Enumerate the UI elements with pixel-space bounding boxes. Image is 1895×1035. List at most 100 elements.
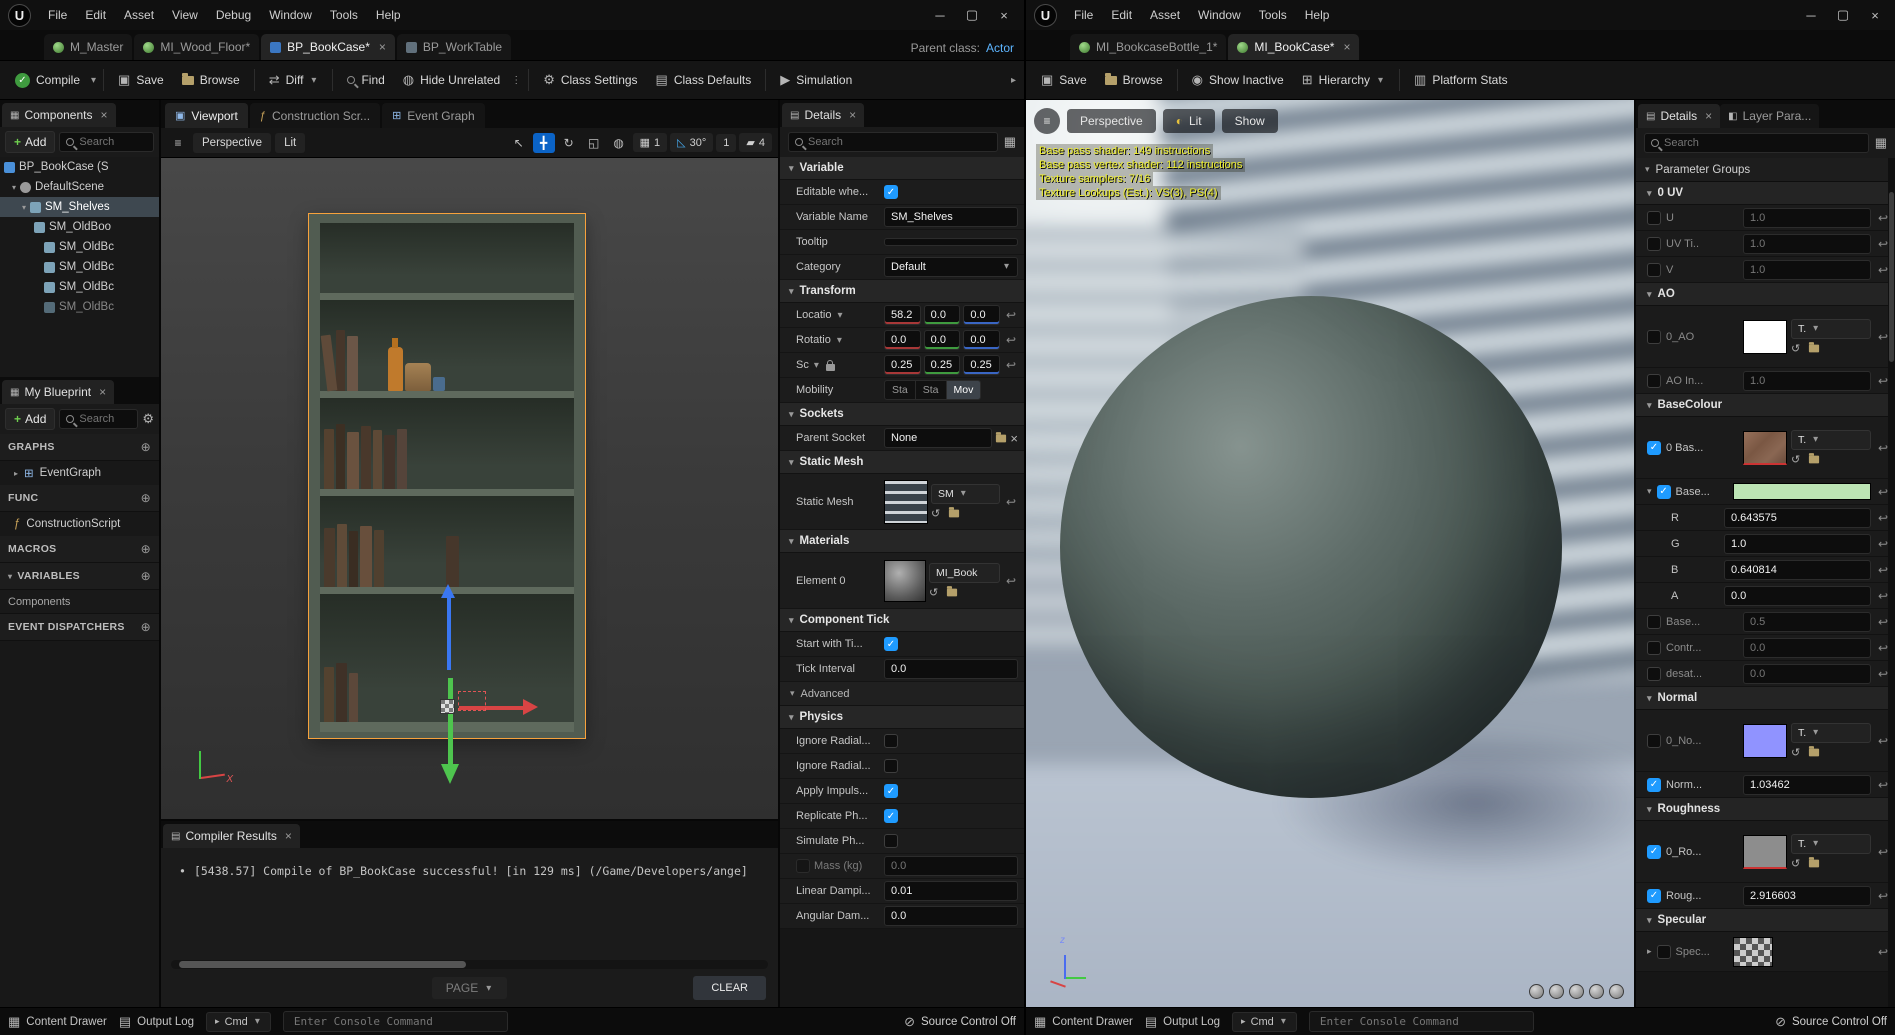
- roughness-texture-override-checkbox[interactable]: [1647, 844, 1661, 859]
- lit-button[interactable]: ◐ Lit: [1162, 109, 1215, 133]
- tab-bp-worktable[interactable]: BP_WorkTable: [396, 34, 512, 60]
- gizmo-y-axis[interactable]: [448, 678, 453, 766]
- minimize-button[interactable]: ─: [1795, 3, 1827, 27]
- basecolour-texture-swatch[interactable]: [1743, 430, 1787, 465]
- tab-bp-bookcase[interactable]: BP_BookCase* ×: [261, 34, 395, 60]
- parameters-search[interactable]: [1644, 133, 1869, 153]
- editable-checkbox[interactable]: [884, 185, 898, 199]
- hide-unrelated-button[interactable]: ◍ Hide Unrelated: [394, 65, 509, 95]
- chevron-right-icon[interactable]: ▸: [14, 469, 18, 478]
- material-dropdown[interactable]: MI_Book: [929, 562, 1000, 583]
- tab-event-graph[interactable]: ⊞ Event Graph: [382, 103, 485, 128]
- my-blueprint-panel-tab[interactable]: ▦ My Blueprint ×: [2, 380, 115, 404]
- replicate-physics-checkbox[interactable]: [884, 809, 898, 823]
- parent-socket-field[interactable]: None: [884, 428, 993, 448]
- scrollbar-thumb[interactable]: [179, 961, 466, 968]
- menu-asset[interactable]: Asset: [1141, 4, 1189, 26]
- section-physics[interactable]: ▾ Physics: [780, 706, 1024, 729]
- output-log-button[interactable]: ▤ Output Log: [1145, 1014, 1220, 1030]
- hierarchy-button[interactable]: ⊞ Hierarchy ▾: [1293, 65, 1394, 95]
- angular-damping-field[interactable]: 0.0: [884, 906, 1018, 926]
- use-selected-asset-icon[interactable]: ↺: [1791, 857, 1800, 870]
- reset-icon[interactable]: ↩: [1004, 574, 1018, 588]
- preview-shape-custom-button[interactable]: [1609, 984, 1624, 999]
- contrast-override-checkbox[interactable]: [1647, 640, 1661, 655]
- scale-y-field[interactable]: 0.25: [923, 355, 961, 375]
- add-graph-icon[interactable]: ⊕: [141, 440, 151, 454]
- base-scalar-override-checkbox[interactable]: [1647, 614, 1661, 629]
- apply-impulse-checkbox[interactable]: [884, 784, 898, 798]
- scale-z-field[interactable]: 0.25: [963, 355, 1001, 375]
- ao-texture-dropdown[interactable]: T. ▾: [1791, 318, 1871, 339]
- menu-window[interactable]: Window: [1189, 4, 1250, 26]
- menu-help[interactable]: Help: [367, 4, 410, 26]
- cmd-selector[interactable]: ▸ Cmd ▾: [1232, 1011, 1297, 1032]
- u-override-checkbox[interactable]: [1647, 210, 1661, 225]
- start-with-tick-checkbox[interactable]: [884, 637, 898, 651]
- ao-intensity-field[interactable]: 1.0: [1743, 370, 1871, 391]
- category-dropdown[interactable]: Default ▾: [884, 257, 1018, 277]
- browse-to-asset-icon[interactable]: [1809, 745, 1820, 756]
- simulate-physics-checkbox[interactable]: [884, 834, 898, 848]
- add-blueprint-item-button[interactable]: + Add: [5, 408, 56, 430]
- mass-override-checkbox[interactable]: [796, 859, 810, 873]
- viewport-options-icon[interactable]: ≡: [167, 133, 189, 153]
- tab-mi-bookcase[interactable]: MI_BookCase* ×: [1228, 34, 1360, 60]
- diff-button[interactable]: ⇄ Diff ▾: [260, 65, 328, 95]
- menu-help[interactable]: Help: [1296, 4, 1339, 26]
- ignore-radial-force-checkbox[interactable]: [884, 734, 898, 748]
- reset-icon[interactable]: ↩: [1004, 308, 1018, 322]
- section-variable[interactable]: ▾ Variable: [780, 157, 1024, 180]
- normal-intensity-override-checkbox[interactable]: [1647, 777, 1661, 792]
- menu-view[interactable]: View: [163, 4, 207, 26]
- section-functions[interactable]: FUNC ⊕: [0, 485, 159, 512]
- b-value-field[interactable]: 0.640814: [1724, 559, 1871, 580]
- scale-tool[interactable]: ◱: [583, 133, 605, 153]
- menu-tools[interactable]: Tools: [321, 4, 367, 26]
- section-event-dispatchers[interactable]: EVENT DISPATCHERS ⊕: [0, 614, 159, 641]
- details-search-input[interactable]: [808, 136, 991, 148]
- parameters-scroll-area[interactable]: ▾ Parameter Groups ▾ 0 UV U 1.0 ↩ UV Ti.…: [1636, 158, 1895, 1007]
- mobility-stationary[interactable]: Sta: [916, 381, 947, 399]
- menu-window[interactable]: Window: [260, 4, 321, 26]
- roughness-value-field[interactable]: 2.916603: [1743, 885, 1871, 906]
- browse-to-asset-icon[interactable]: [1809, 452, 1820, 463]
- section-graphs[interactable]: GRAPHS ⊕: [0, 434, 159, 461]
- compiler-results-tab[interactable]: ▤ Compiler Results ×: [163, 824, 300, 848]
- material-thumbnail[interactable]: [884, 559, 926, 602]
- chevron-right-icon[interactable]: ▸: [1647, 946, 1652, 957]
- minimize-button[interactable]: ─: [924, 3, 956, 27]
- parameters-search-input[interactable]: [1664, 137, 1862, 149]
- close-button[interactable]: ×: [988, 3, 1020, 27]
- class-defaults-button[interactable]: ▤ Class Defaults: [647, 65, 761, 95]
- gizmo-z-arrowhead-icon[interactable]: [441, 584, 455, 598]
- menu-debug[interactable]: Debug: [207, 4, 260, 26]
- menu-edit[interactable]: Edit: [1102, 4, 1141, 26]
- group-0uv[interactable]: ▾ 0 UV: [1636, 182, 1895, 205]
- show-button[interactable]: Show: [1221, 109, 1278, 133]
- viewport-options-icon[interactable]: ≡: [1034, 108, 1060, 134]
- tree-item-sm-oldbook[interactable]: SM_OldBc: [0, 237, 159, 257]
- chevron-down-icon[interactable]: ▾: [12, 183, 16, 192]
- desaturation-field[interactable]: 0.0: [1743, 663, 1871, 684]
- details-tab[interactable]: ▤ Details ×: [782, 103, 865, 127]
- rotation-z-field[interactable]: 0.0: [963, 330, 1001, 350]
- location-label[interactable]: Locatio ▾: [796, 309, 880, 321]
- close-panel-icon[interactable]: ×: [99, 385, 106, 399]
- move-tool[interactable]: ╋: [532, 132, 555, 153]
- roughness-texture-swatch[interactable]: [1743, 834, 1787, 869]
- specular-override-checkbox[interactable]: [1656, 944, 1671, 959]
- use-selected-asset-icon[interactable]: ↺: [1791, 453, 1800, 466]
- content-drawer-button[interactable]: ▦ Content Drawer: [1034, 1014, 1133, 1030]
- mobility-movable[interactable]: Mov: [946, 381, 981, 399]
- chevron-down-icon[interactable]: ▾: [1647, 486, 1652, 497]
- parent-class-link[interactable]: Actor: [986, 41, 1014, 55]
- section-transform[interactable]: ▾ Transform: [780, 280, 1024, 303]
- roughness-override-checkbox[interactable]: [1647, 888, 1661, 903]
- scrollbar-thumb[interactable]: [1889, 192, 1894, 362]
- browse-socket-icon[interactable]: [996, 431, 1007, 442]
- gizmo-origin-handle[interactable]: [440, 699, 455, 714]
- basecolour-texture-dropdown[interactable]: T. ▾: [1791, 429, 1871, 450]
- normal-texture-dropdown[interactable]: T. ▾: [1791, 722, 1871, 743]
- close-panel-icon[interactable]: ×: [285, 829, 292, 843]
